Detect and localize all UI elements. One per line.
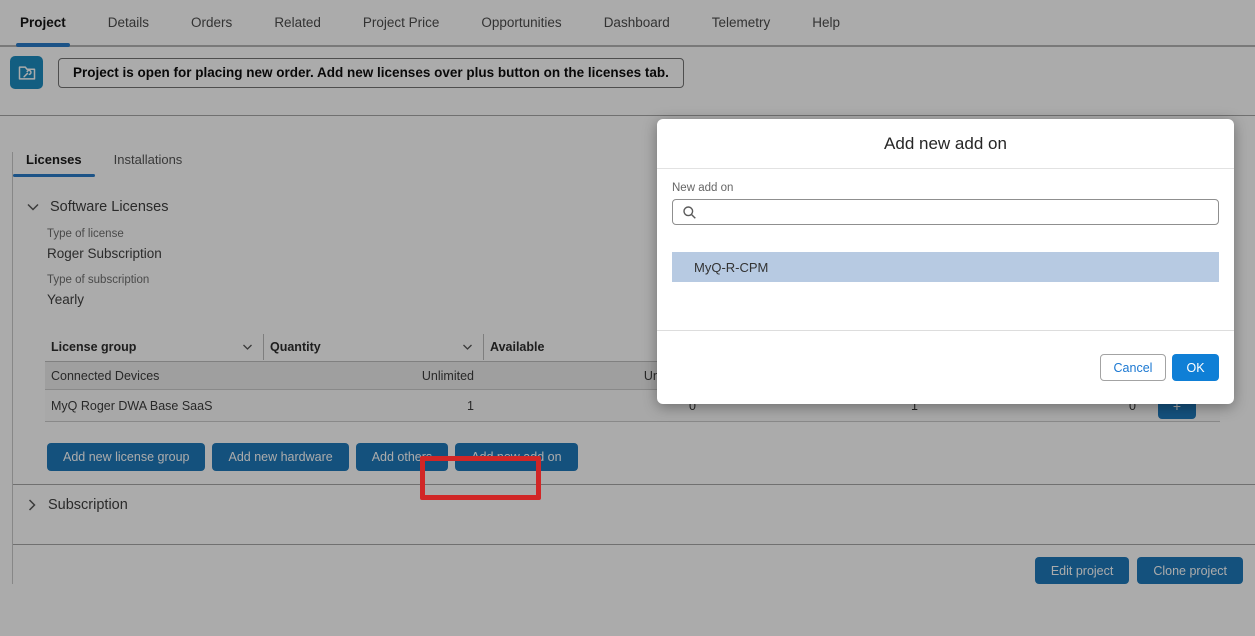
add-on-search-box [672, 199, 1219, 225]
dialog-body: New add on MyQ-R-CPM [657, 169, 1234, 330]
add-new-add-on-dialog: Add new add on New add on MyQ-R-CPM Canc… [657, 119, 1234, 404]
add-on-search-input[interactable] [705, 201, 1218, 223]
new-add-on-label: New add on [672, 182, 1219, 194]
cancel-button[interactable]: Cancel [1100, 354, 1166, 381]
search-icon [682, 205, 697, 220]
dialog-footer: Cancel OK [657, 330, 1234, 404]
add-on-option-list: MyQ-R-CPM [672, 252, 1219, 282]
ok-button[interactable]: OK [1172, 354, 1219, 381]
list-item-myq-r-cpm[interactable]: MyQ-R-CPM [672, 252, 1219, 282]
dialog-title: Add new add on [657, 119, 1234, 169]
